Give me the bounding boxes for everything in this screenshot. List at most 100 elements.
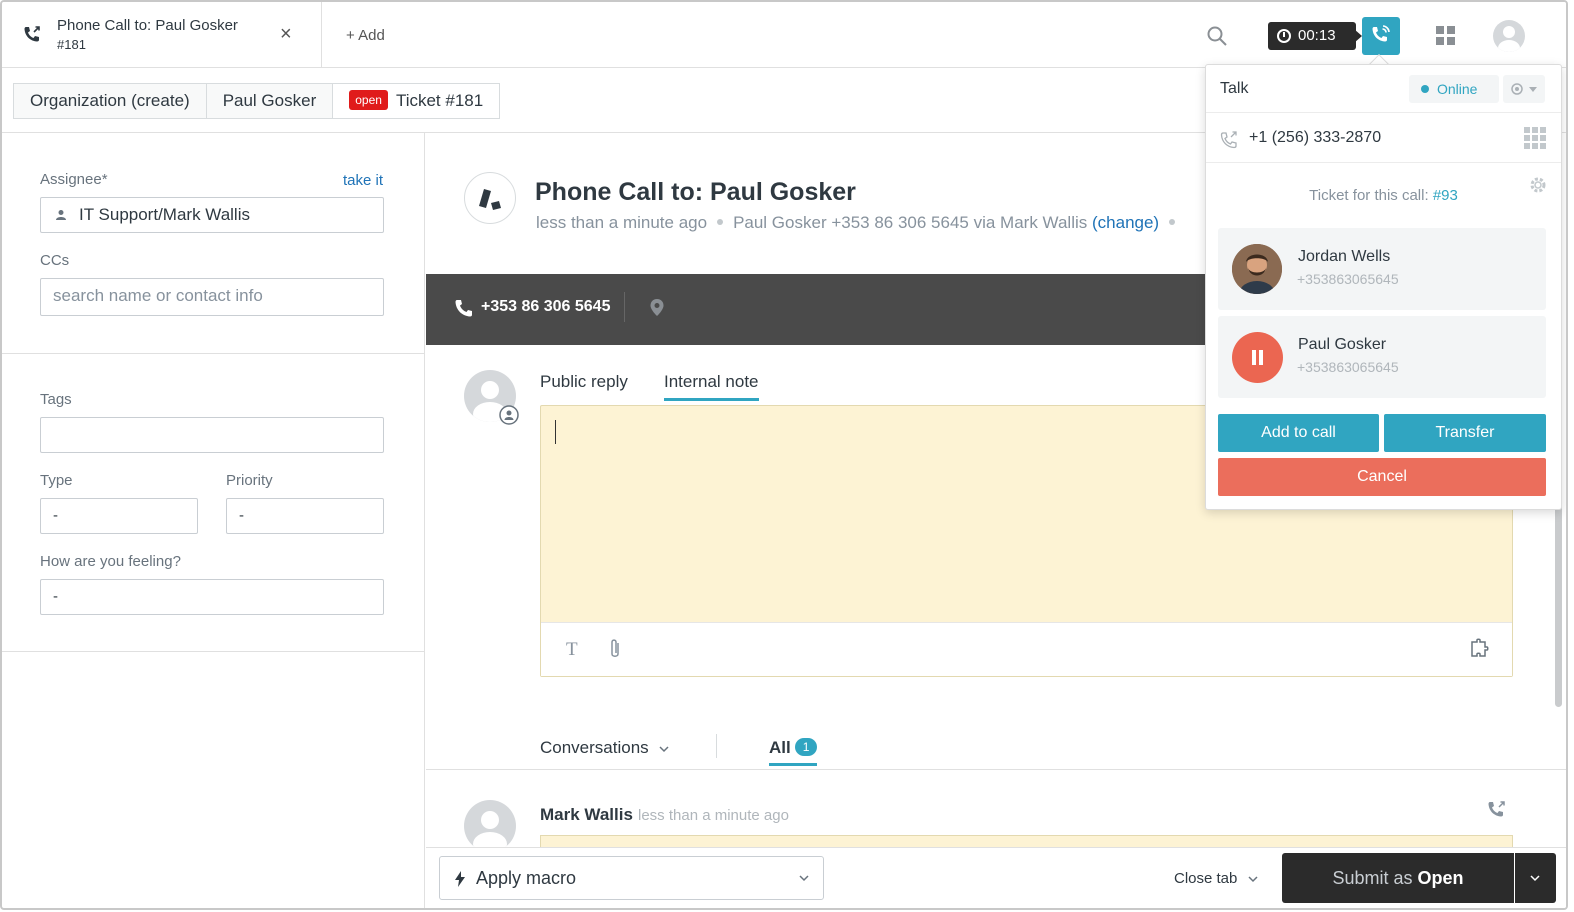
party-phone: +353863065645	[1297, 271, 1399, 287]
phone-outgoing-icon	[1220, 131, 1237, 149]
ticket-tab[interactable]: Phone Call to: Paul Gosker #181 ×	[2, 2, 322, 68]
change-requester-link[interactable]: (change)	[1092, 213, 1159, 232]
call-bar: +353 86 306 5645	[426, 274, 1206, 345]
divider	[716, 734, 717, 758]
phone-outgoing-icon	[24, 26, 40, 42]
apply-macro-label: Apply macro	[476, 868, 577, 888]
chevron-down-icon	[799, 875, 809, 882]
separator-dot	[1169, 219, 1176, 225]
channel-logo	[464, 172, 516, 224]
user-silhouette-icon	[1498, 26, 1520, 52]
phone-call-icon	[1372, 25, 1390, 42]
add-to-call-button[interactable]: Add to call	[1218, 414, 1379, 452]
talk-title: Talk	[1220, 80, 1249, 97]
note-author-icon	[499, 405, 519, 425]
phone-icon	[455, 300, 472, 317]
apps-grid-icon[interactable]	[1436, 26, 1456, 46]
person-photo-icon	[1232, 244, 1282, 294]
apply-macro-dropdown[interactable]: Apply macro	[439, 856, 824, 900]
conversations-filter[interactable]: Conversations	[540, 738, 669, 758]
tab-user[interactable]: Paul Gosker	[205, 83, 334, 119]
type-label: Type	[40, 472, 73, 489]
feeling-select[interactable]: -	[40, 579, 384, 615]
ticket-for-call: Ticket for this call: #93	[1206, 187, 1561, 204]
party-phone: +353863065645	[1297, 359, 1399, 375]
assignee-field[interactable]: IT Support/Mark Wallis	[40, 197, 384, 233]
chevron-down-icon	[1530, 875, 1540, 882]
tab-public-reply[interactable]: Public reply	[540, 372, 628, 392]
message-body	[540, 835, 1513, 847]
person-icon	[56, 210, 66, 220]
chevron-down-icon	[1248, 876, 1258, 883]
avatar	[1232, 244, 1282, 294]
message-author-avatar	[464, 800, 516, 852]
tags-input[interactable]	[40, 417, 384, 453]
talk-logo-icon	[479, 189, 501, 210]
text-format-icon[interactable]: T	[566, 639, 578, 661]
ticket-requester: Paul Gosker +353 86 306 5645 via Mark Wa…	[733, 213, 1088, 232]
take-it-link[interactable]: take it	[343, 172, 383, 189]
tab-internal-note[interactable]: Internal note	[664, 372, 759, 401]
assignee-value: IT Support/Mark Wallis	[79, 205, 250, 224]
talk-line-number: +1 (256) 333-2870	[1249, 129, 1382, 146]
search-icon[interactable]	[1205, 24, 1229, 48]
close-tab-icon[interactable]: ×	[280, 24, 292, 44]
location-pin-icon[interactable]	[649, 298, 665, 318]
transfer-button[interactable]: Transfer	[1384, 414, 1546, 452]
tab-ticket-label: Ticket #181	[395, 91, 484, 110]
agent-status-toggle[interactable]: Online	[1409, 75, 1499, 103]
call-party-card: Paul Gosker +353863065645	[1218, 316, 1546, 398]
all-label: All	[769, 738, 791, 757]
headset-icon	[1511, 83, 1523, 95]
attachment-icon[interactable]	[607, 637, 623, 661]
caret-down-icon	[1529, 87, 1537, 92]
party-name: Paul Gosker	[1298, 336, 1387, 353]
hold-button[interactable]	[1232, 332, 1283, 383]
talk-number-row: +1 (256) 333-2870	[1206, 113, 1561, 163]
user-avatar[interactable]	[1493, 20, 1525, 52]
message-time: less than a minute ago	[638, 807, 789, 824]
tab-title: Phone Call to: Paul Gosker	[57, 17, 238, 34]
lightning-icon	[455, 871, 465, 887]
call-timer: 00:13	[1268, 22, 1356, 50]
priority-label: Priority	[226, 472, 273, 489]
add-tab-button[interactable]: + Add	[346, 27, 385, 44]
submit-button[interactable]: Submit as Open	[1282, 853, 1514, 903]
divider	[2, 353, 424, 354]
ticket-title: Phone Call to: Paul Gosker	[535, 178, 856, 206]
feeling-label: How are you feeling?	[40, 553, 181, 570]
ccs-input[interactable]: search name or contact info	[40, 278, 384, 316]
breadcrumb-tabs: Organization (create) Paul Gosker open Ti…	[13, 83, 501, 119]
timer-arrow	[1354, 29, 1362, 43]
chevron-down-icon	[659, 746, 669, 753]
ticket-link[interactable]: #93	[1433, 187, 1458, 204]
call-party-card: Jordan Wells +353863065645	[1218, 228, 1546, 310]
ccs-label: CCs	[40, 252, 70, 269]
priority-select[interactable]: -	[226, 498, 384, 534]
type-select[interactable]: -	[40, 498, 198, 534]
tab-ticket-number: #181	[57, 37, 86, 52]
tab-organization[interactable]: Organization (create)	[13, 83, 207, 119]
talk-button[interactable]	[1362, 17, 1400, 55]
tab-ticket[interactable]: open Ticket #181	[332, 83, 501, 119]
expand-editor-icon[interactable]	[1469, 638, 1493, 660]
tab-all-conversations[interactable]: All 1	[769, 738, 818, 766]
submit-options-button[interactable]	[1515, 853, 1556, 903]
status-badge: open	[349, 90, 388, 110]
tags-label: Tags	[40, 391, 72, 408]
close-tab-label: Close tab	[1174, 870, 1238, 887]
clock-icon	[1277, 29, 1291, 43]
phone-call-icon	[1488, 801, 1505, 817]
divider	[426, 769, 1566, 770]
caller-number: +353 86 306 5645	[481, 298, 611, 315]
cancel-button[interactable]: Cancel	[1218, 458, 1546, 496]
assignee-label: Assignee*	[40, 171, 108, 188]
ticket-properties-panel: Assignee* take it IT Support/Mark Wallis…	[2, 133, 425, 908]
divider	[624, 292, 625, 322]
ticket-time: less than a minute ago	[536, 213, 708, 232]
dialpad-icon[interactable]	[1524, 127, 1546, 149]
ticket-meta: less than a minute ago Paul Gosker +353 8…	[536, 213, 1185, 233]
divider	[2, 651, 424, 652]
close-tab-dropdown[interactable]: Close tab	[1174, 870, 1258, 887]
audio-settings-dropdown[interactable]	[1503, 75, 1545, 103]
